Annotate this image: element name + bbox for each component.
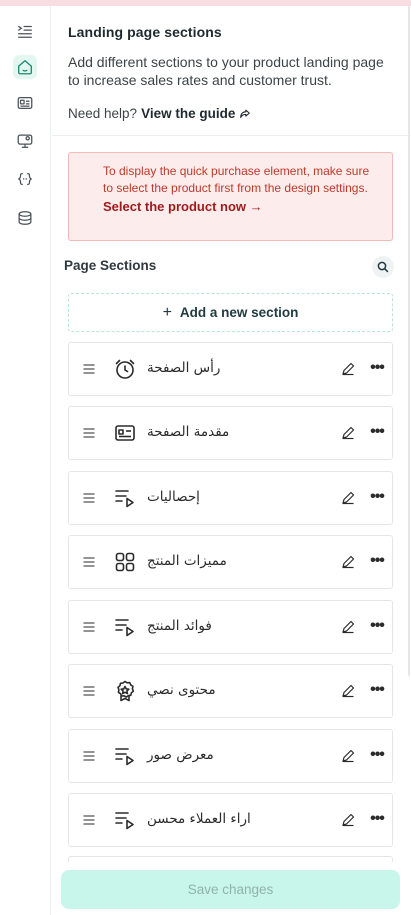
section-label: مميزات المنتج	[147, 553, 227, 569]
search-icon	[377, 261, 389, 273]
save-changes-button[interactable]: Save changes	[61, 870, 400, 909]
monitor-settings-icon[interactable]	[13, 129, 37, 153]
section-label: رأس الصفحة	[147, 360, 221, 376]
plus-icon: +	[162, 303, 172, 321]
section-row[interactable]: مقدمة الصفحة •••	[68, 406, 393, 460]
help-prefix: Need help?	[68, 106, 138, 121]
award-icon	[117, 680, 135, 702]
drag-handle-icon[interactable]	[82, 684, 96, 698]
database-icon[interactable]	[13, 206, 37, 230]
section-label: محتوى نصي	[147, 682, 216, 698]
more-options-icon[interactable]: •••	[369, 747, 385, 763]
add-section-label: Add a new section	[179, 305, 299, 320]
edit-pencil-icon[interactable]	[341, 555, 355, 569]
more-options-icon[interactable]: •••	[369, 682, 385, 698]
playlist-icon	[115, 748, 134, 766]
section-row[interactable]: محتوى نصي •••	[68, 664, 393, 718]
home-icon[interactable]	[13, 55, 37, 79]
section-label: إحصاليات	[147, 489, 200, 505]
more-options-icon[interactable]: •••	[369, 360, 385, 376]
edit-pencil-icon[interactable]	[341, 813, 355, 827]
page-sections-title: Page Sections	[64, 258, 157, 273]
select-product-link[interactable]: Select the product now →	[103, 199, 380, 214]
more-options-icon[interactable]: •••	[369, 424, 385, 440]
footer-bar: Save changes	[52, 862, 411, 915]
scrollbar[interactable]	[408, 6, 410, 676]
id-card-icon[interactable]	[13, 91, 37, 115]
help-line: Need help? View the guide	[68, 106, 398, 121]
add-section-button[interactable]: + Add a new section	[68, 293, 393, 332]
id-card-icon	[115, 425, 135, 441]
code-braces-icon[interactable]	[13, 167, 37, 191]
panel-title: Landing page sections	[68, 24, 222, 40]
section-label: معرض صور	[147, 747, 214, 763]
edit-pencil-icon[interactable]	[341, 491, 355, 505]
drag-handle-icon[interactable]	[82, 426, 96, 440]
view-guide-link[interactable]: View the guide	[141, 106, 235, 121]
edit-pencil-icon[interactable]	[341, 362, 355, 376]
section-label: مقدمة الصفحة	[147, 424, 230, 440]
share-arrow-icon	[240, 109, 251, 118]
more-options-icon[interactable]: •••	[369, 553, 385, 569]
panel-header: Landing page sections Add different sect…	[68, 24, 398, 121]
playlist-icon	[115, 812, 134, 830]
section-label: اراء العملاء محسن	[147, 811, 251, 827]
section-row[interactable]: فوائد المنتج •••	[68, 600, 393, 654]
drag-handle-icon[interactable]	[82, 813, 96, 827]
more-options-icon[interactable]: •••	[369, 811, 385, 827]
drag-handle-icon[interactable]	[82, 491, 96, 505]
search-button[interactable]	[372, 256, 394, 278]
icon-rail	[0, 6, 51, 915]
more-options-icon[interactable]: •••	[369, 618, 385, 634]
main-panel: Landing page sections Add different sect…	[52, 6, 411, 915]
edit-pencil-icon[interactable]	[341, 684, 355, 698]
alarm-clock-icon	[115, 359, 135, 379]
alert-message: To display the quick purchase element, m…	[103, 164, 370, 195]
playlist-icon	[115, 619, 134, 637]
panel-description: Add different sections to your product l…	[68, 54, 384, 88]
section-label: فوائد المنتج	[147, 618, 212, 634]
drag-handle-icon[interactable]	[82, 362, 96, 376]
drag-handle-icon[interactable]	[82, 749, 96, 763]
grid-icon	[115, 552, 135, 572]
edit-pencil-icon[interactable]	[341, 426, 355, 440]
drag-handle-icon[interactable]	[82, 555, 96, 569]
header-divider	[52, 135, 411, 136]
section-row[interactable]: رأس الصفحة •••	[68, 342, 393, 396]
section-row[interactable]: اراء العملاء محسن •••	[68, 793, 393, 847]
quick-purchase-alert: To display the quick purchase element, m…	[68, 152, 393, 241]
playlist-icon	[115, 490, 134, 508]
edit-pencil-icon[interactable]	[341, 749, 355, 763]
more-options-icon[interactable]: •••	[369, 489, 385, 505]
section-row[interactable]: معرض صور •••	[68, 729, 393, 783]
collapse-menu-icon[interactable]	[13, 19, 37, 43]
section-row[interactable]: مميزات المنتج •••	[68, 535, 393, 589]
drag-handle-icon[interactable]	[82, 620, 96, 634]
section-row[interactable]: إحصاليات •••	[68, 471, 393, 525]
edit-pencil-icon[interactable]	[341, 620, 355, 634]
